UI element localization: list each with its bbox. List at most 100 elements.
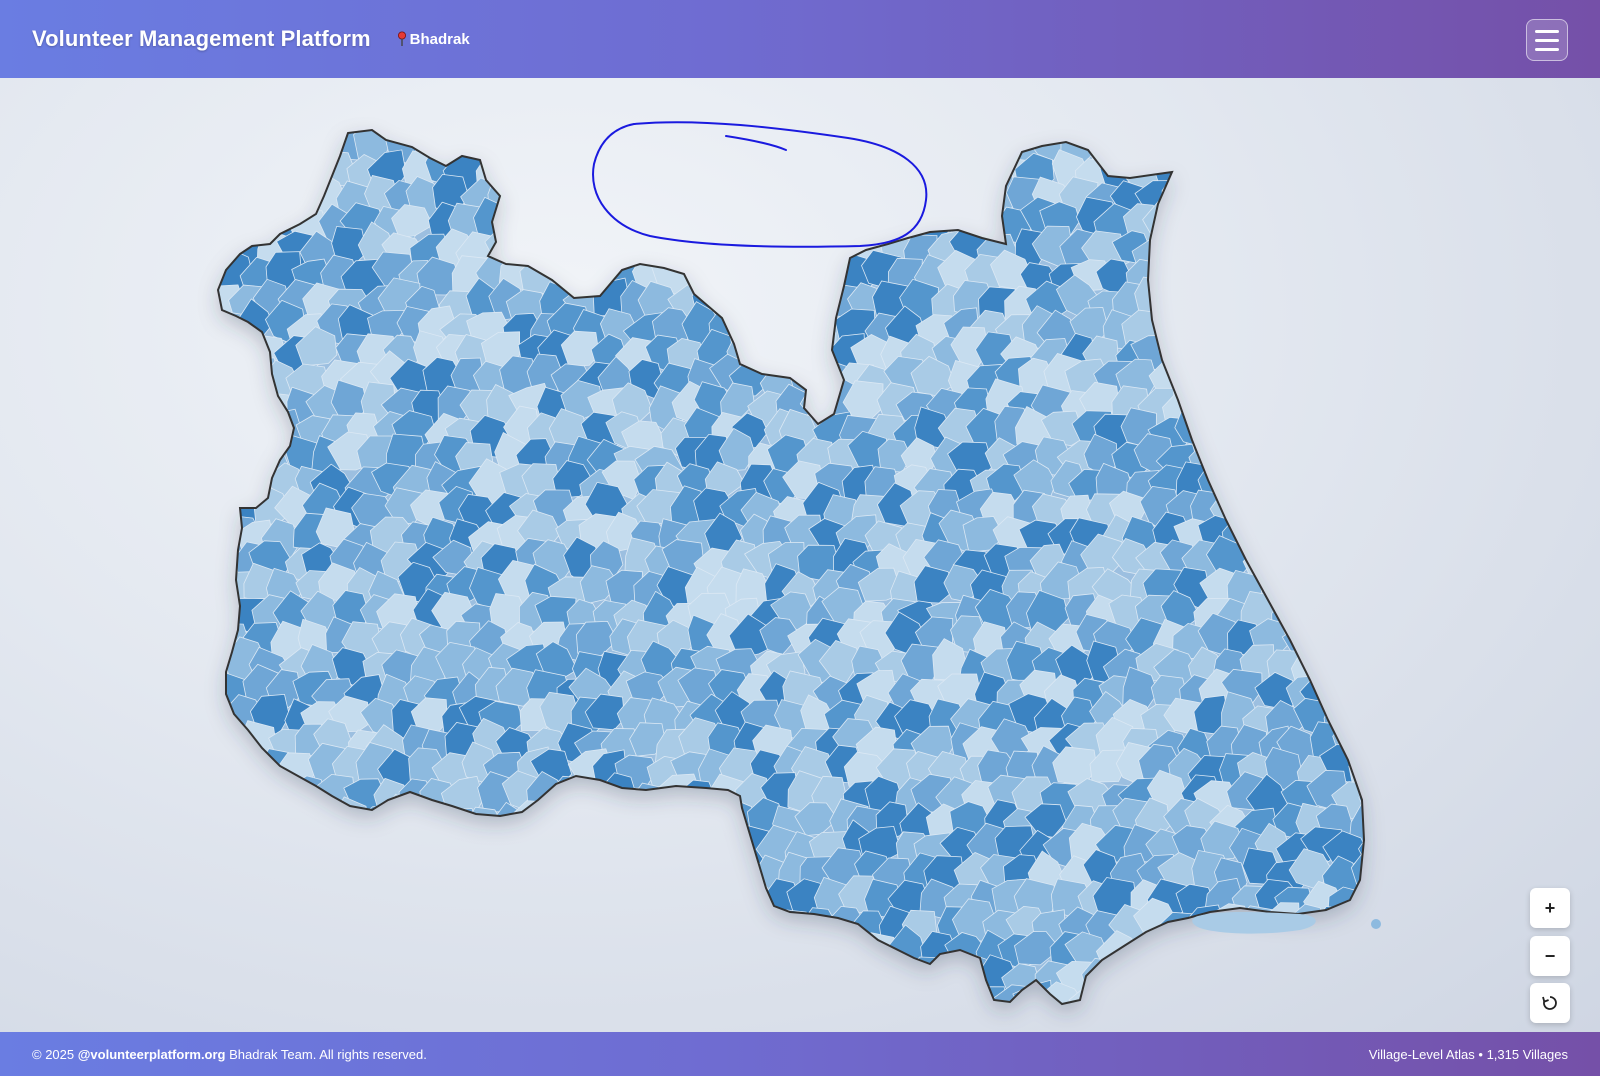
village-polygon[interactable] xyxy=(294,936,334,977)
village-polygon[interactable] xyxy=(549,96,585,135)
village-polygon[interactable] xyxy=(575,886,621,927)
village-polygon[interactable] xyxy=(1307,985,1344,1023)
village-polygon[interactable] xyxy=(298,850,340,891)
village-polygon[interactable] xyxy=(1203,103,1245,140)
village-polygon[interactable] xyxy=(699,180,740,224)
village-polygon[interactable] xyxy=(1278,410,1322,450)
village-polygon[interactable] xyxy=(1365,125,1404,172)
village-polygon[interactable] xyxy=(381,858,425,894)
village-polygon[interactable] xyxy=(437,906,475,942)
village-polygon[interactable] xyxy=(297,126,336,169)
village-polygon[interactable] xyxy=(1349,726,1397,768)
village-polygon[interactable] xyxy=(1277,927,1324,970)
village-polygon[interactable] xyxy=(590,808,638,844)
village-polygon[interactable] xyxy=(883,986,929,1026)
village-polygon[interactable] xyxy=(346,985,387,1027)
village-polygon[interactable] xyxy=(1155,980,1191,1019)
village-polygon[interactable] xyxy=(763,929,803,971)
village-polygon[interactable] xyxy=(1336,588,1378,631)
village-polygon[interactable] xyxy=(641,801,683,842)
village-polygon[interactable] xyxy=(927,962,967,1004)
village-polygon[interactable] xyxy=(296,827,331,863)
village-polygon[interactable] xyxy=(864,152,903,198)
village-polygon[interactable] xyxy=(1371,550,1410,589)
village-polygon[interactable] xyxy=(456,910,495,950)
village-polygon[interactable] xyxy=(800,957,839,1000)
village-polygon[interactable] xyxy=(688,256,728,296)
village-polygon[interactable] xyxy=(709,254,756,300)
village-polygon[interactable] xyxy=(551,153,595,196)
village-polygon[interactable] xyxy=(353,912,401,950)
village-polygon[interactable] xyxy=(1290,585,1330,629)
village-polygon[interactable] xyxy=(526,833,568,870)
village-polygon[interactable] xyxy=(1195,257,1239,301)
village-polygon[interactable] xyxy=(1210,222,1252,268)
village-polygon[interactable] xyxy=(712,147,750,190)
village-polygon[interactable] xyxy=(520,206,561,248)
village-polygon[interactable] xyxy=(233,411,281,453)
village-polygon[interactable] xyxy=(1366,381,1408,427)
village-polygon[interactable] xyxy=(1229,458,1274,503)
village-polygon[interactable] xyxy=(1154,304,1194,346)
village-polygon[interactable] xyxy=(1357,146,1401,193)
village-polygon[interactable] xyxy=(1250,509,1295,554)
village-polygon[interactable] xyxy=(1213,171,1259,217)
village-polygon[interactable] xyxy=(461,958,497,996)
village-polygon[interactable] xyxy=(1339,903,1387,939)
village-polygon[interactable] xyxy=(1360,617,1400,662)
village-polygon[interactable] xyxy=(601,102,644,136)
village-polygon[interactable] xyxy=(744,281,786,323)
village-polygon[interactable] xyxy=(1174,160,1221,193)
village-polygon[interactable] xyxy=(810,986,858,1022)
village-polygon[interactable] xyxy=(532,803,576,842)
village-polygon[interactable] xyxy=(485,955,525,1000)
village-polygon[interactable] xyxy=(265,149,306,187)
village-polygon[interactable] xyxy=(1238,124,1274,165)
village-polygon[interactable] xyxy=(1224,94,1267,139)
reset-view-button[interactable] xyxy=(1530,983,1570,1023)
village-polygon[interactable] xyxy=(1292,493,1331,528)
village-polygon[interactable] xyxy=(1260,177,1308,224)
village-polygon[interactable] xyxy=(378,902,426,944)
village-polygon[interactable] xyxy=(273,822,312,862)
village-polygon[interactable] xyxy=(1353,979,1394,1021)
village-polygon[interactable] xyxy=(400,881,437,917)
village-polygon[interactable] xyxy=(1280,571,1314,614)
village-polygon[interactable] xyxy=(523,932,570,972)
village-polygon[interactable] xyxy=(1131,983,1170,1020)
village-polygon[interactable] xyxy=(219,359,263,408)
village-polygon[interactable] xyxy=(791,986,830,1023)
village-polygon[interactable] xyxy=(709,881,744,925)
village-polygon[interactable] xyxy=(1339,463,1375,498)
village-polygon[interactable] xyxy=(797,181,836,225)
village-polygon[interactable] xyxy=(1304,102,1346,146)
village-polygon[interactable] xyxy=(1220,387,1264,429)
village-polygon[interactable] xyxy=(472,930,508,969)
village-polygon[interactable] xyxy=(490,850,530,886)
village-polygon[interactable] xyxy=(1276,359,1321,401)
village-polygon[interactable] xyxy=(329,958,365,999)
village-polygon[interactable] xyxy=(770,955,819,995)
village-polygon[interactable] xyxy=(1204,987,1251,1023)
village-polygon[interactable] xyxy=(1379,652,1417,689)
village-polygon[interactable] xyxy=(655,156,701,194)
village-polygon[interactable] xyxy=(1248,358,1297,400)
village-polygon[interactable] xyxy=(1280,984,1322,1031)
village-polygon[interactable] xyxy=(738,981,774,1016)
village-polygon[interactable] xyxy=(637,169,675,218)
village-polygon[interactable] xyxy=(815,159,856,198)
village-polygon[interactable] xyxy=(1185,390,1222,429)
village-polygon[interactable] xyxy=(446,935,483,977)
village-polygon[interactable] xyxy=(1254,928,1297,969)
village-polygon[interactable] xyxy=(1183,282,1233,323)
village-polygon[interactable] xyxy=(1296,957,1332,998)
village-polygon[interactable] xyxy=(832,124,871,167)
village-polygon[interactable] xyxy=(1309,626,1350,665)
village-polygon[interactable] xyxy=(1256,305,1298,350)
village-polygon[interactable] xyxy=(1363,276,1404,324)
village-polygon[interactable] xyxy=(705,930,748,970)
village-polygon[interactable] xyxy=(182,148,221,196)
village-polygon[interactable] xyxy=(1276,464,1316,509)
village-polygon[interactable] xyxy=(975,126,1022,166)
village-polygon[interactable] xyxy=(527,982,572,1022)
